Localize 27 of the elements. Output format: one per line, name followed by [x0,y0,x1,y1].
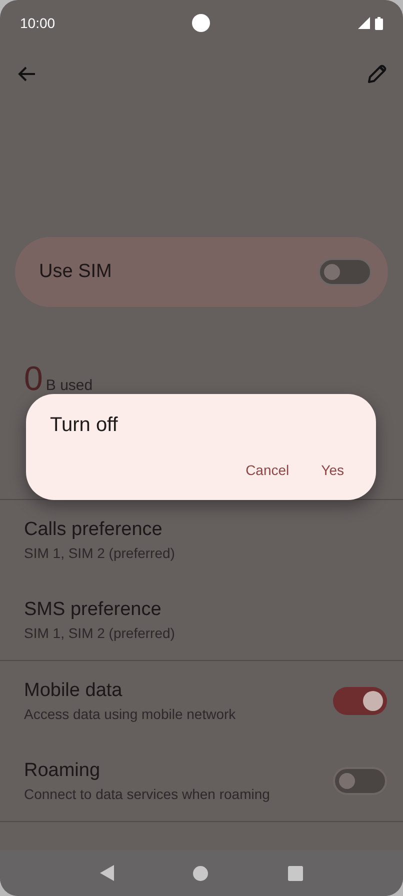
toggle-switch[interactable] [333,687,387,715]
setting-subtitle: Access data using mobile network [24,706,236,722]
dialog-button[interactable]: Yes [321,462,344,478]
back-nav-button[interactable] [100,865,114,881]
setting-title[interactable]: Roaming [24,760,270,782]
battery-icon [375,16,383,30]
dialog-title: Turn off [50,414,119,437]
usage-amount: 0 [24,359,43,399]
status-time: 10:00 [20,15,56,31]
home-nav-button[interactable] [193,866,208,880]
camera-icon [192,14,210,32]
setting-title[interactable]: Mobile data [24,680,236,702]
setting-title[interactable]: SMS preference [24,599,175,621]
usage-unit: B used [46,377,93,394]
edit-button[interactable] [367,64,387,84]
toggle-switch[interactable] [333,767,387,795]
dialog-button[interactable]: Cancel [246,462,290,478]
recents-nav-button[interactable] [288,866,304,880]
toggle-switch[interactable] [318,258,372,286]
use-sim-label: Use SIM [39,261,112,283]
setting-subtitle: SIM 1, SIM 2 (preferred) [24,625,175,641]
setting-subtitle: SIM 1, SIM 2 (preferred) [24,545,175,561]
setting-subtitle: Connect to data services when roaming [24,786,270,802]
back-button[interactable] [18,66,36,82]
setting-title[interactable]: Calls preference [24,519,175,541]
signal-icon [358,17,370,29]
use-sim-card[interactable]: Use SIM [15,237,388,307]
